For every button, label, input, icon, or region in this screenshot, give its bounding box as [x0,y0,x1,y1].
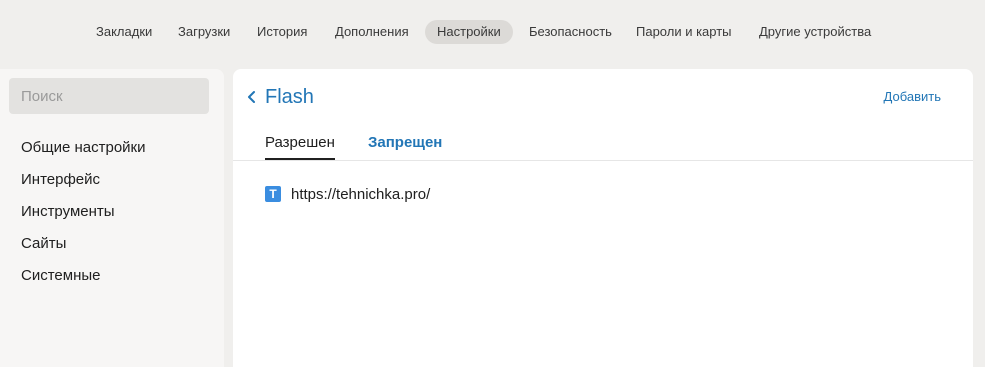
search-input[interactable] [9,78,209,114]
nav-bookmarks[interactable]: Закладки [96,20,152,44]
nav-passwords-cards[interactable]: Пароли и карты [636,20,732,44]
settings-menu: Общие настройки Интерфейс Инструменты Са… [21,136,146,296]
nav-downloads[interactable]: Загрузки [178,20,230,44]
tab-blocked[interactable]: Запрещен [368,131,442,158]
sidebar-item-interface[interactable]: Интерфейс [21,168,146,200]
sidebar-item-system[interactable]: Системные [21,264,146,296]
permission-tabs: Разрешен Запрещен [233,131,973,161]
top-navigation: Закладки Загрузки История Дополнения Нас… [0,20,985,46]
page-title: Flash [265,86,314,108]
tab-allowed[interactable]: Разрешен [265,131,335,160]
chevron-left-icon [248,91,255,103]
nav-extensions[interactable]: Дополнения [335,20,409,44]
settings-sidebar: Общие настройки Интерфейс Инструменты Са… [0,69,224,367]
nav-settings[interactable]: Настройки [425,20,513,44]
site-list-item[interactable]: T https://tehnichka.pro/ [265,183,430,205]
flash-settings-panel: Flash Добавить Разрешен Запрещен T https… [233,69,973,367]
nav-history[interactable]: История [257,20,307,44]
add-button[interactable]: Добавить [884,88,941,106]
back-button[interactable] [247,85,257,109]
site-favicon-icon: T [265,186,281,202]
sidebar-item-general[interactable]: Общие настройки [21,136,146,168]
sidebar-item-tools[interactable]: Инструменты [21,200,146,232]
site-url: https://tehnichka.pro/ [291,185,431,203]
nav-security[interactable]: Безопасность [529,20,612,44]
sidebar-item-sites[interactable]: Сайты [21,232,146,264]
nav-other-devices[interactable]: Другие устройства [759,20,871,44]
